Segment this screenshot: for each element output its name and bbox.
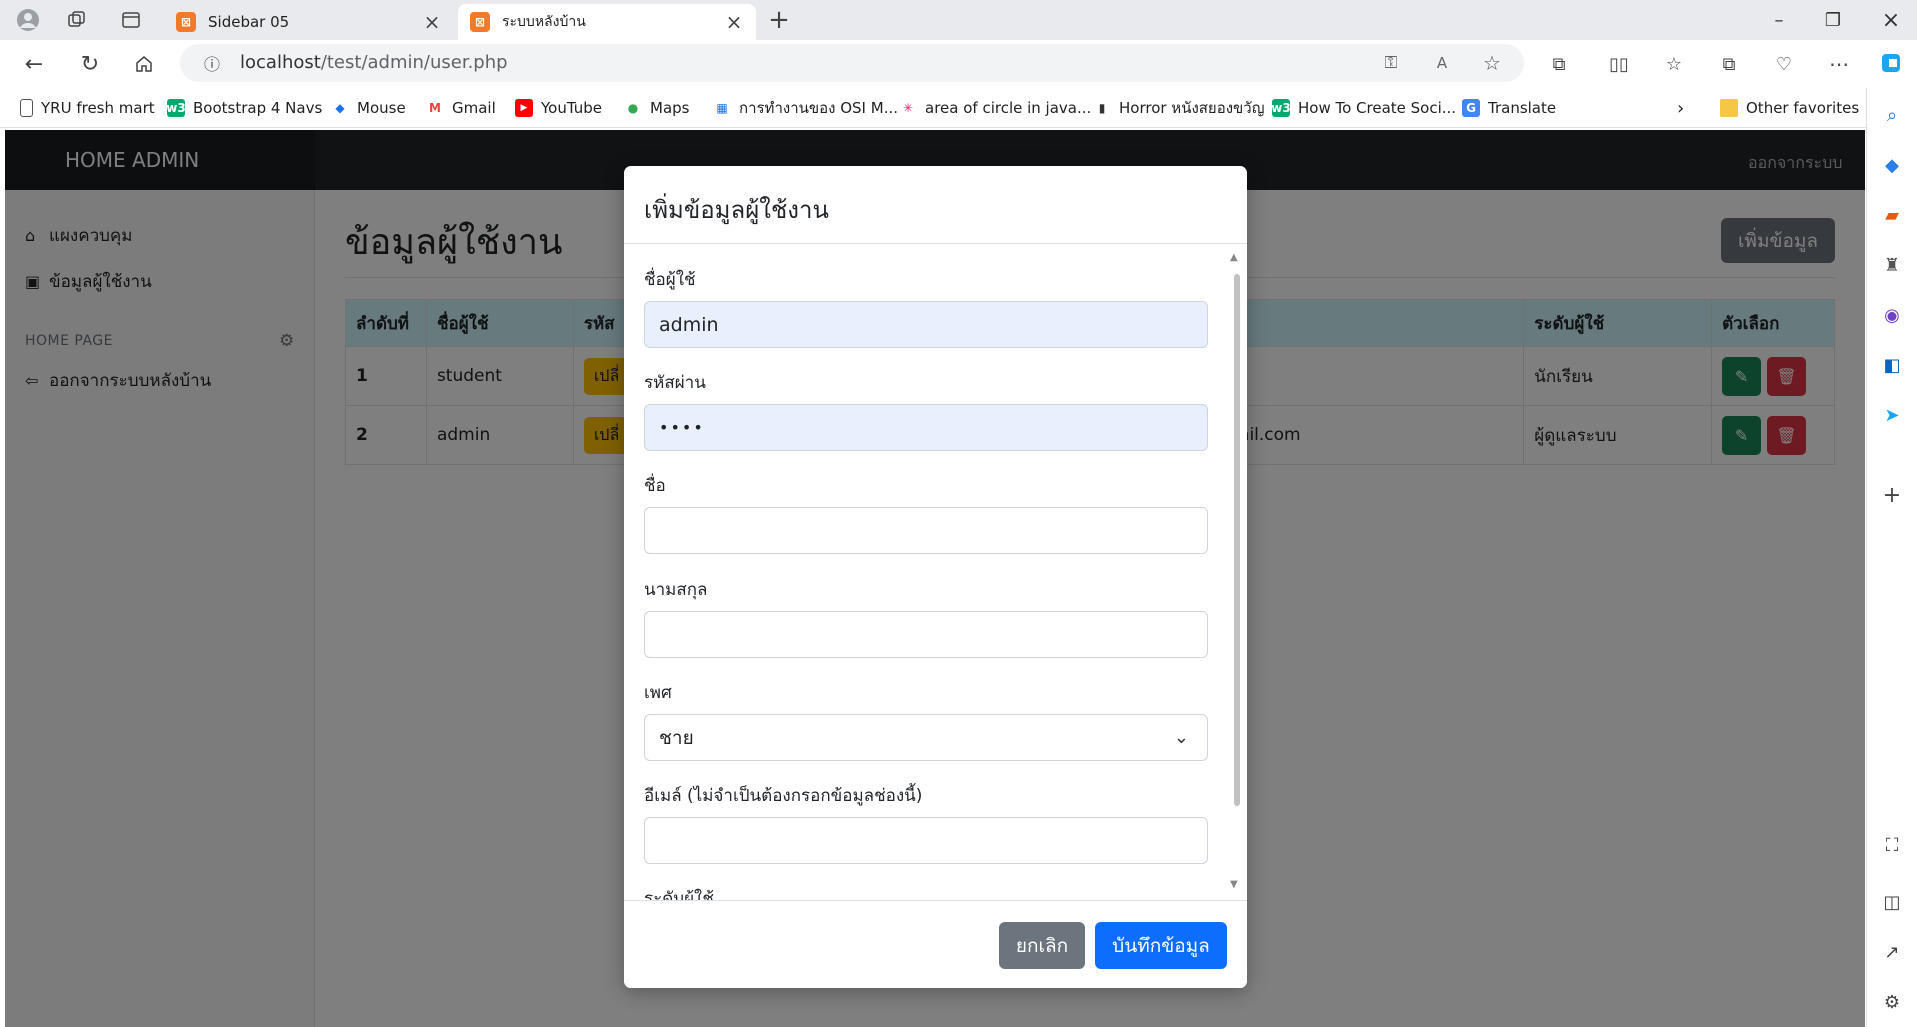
w3-icon: w3: [166, 99, 186, 117]
window-close-icon[interactable]: ×: [1876, 6, 1906, 34]
bookmark-bootstrap-navs[interactable]: w3 Bootstrap 4 Navs: [166, 96, 322, 120]
edge-sidebar: [1866, 88, 1917, 1027]
w3-icon: w3: [1271, 99, 1291, 117]
sidebar-toggle-icon[interactable]: ◫: [1880, 890, 1904, 914]
settings-gear-icon[interactable]: ⚙: [1880, 990, 1904, 1014]
bookmark-osi-model[interactable]: ▦ การทำงานของ OSI M...: [713, 96, 898, 120]
minimize-icon[interactable]: –: [1764, 6, 1794, 34]
gmail-icon: M: [429, 101, 441, 115]
modal-footer: ยกเลิก บันทึกข้อมูล: [624, 900, 1247, 988]
maps-icon: ●: [627, 101, 639, 115]
favorites-icon[interactable]: ☆: [1660, 50, 1688, 78]
email-label: อีเมล์ (ไม่จำเป็นต้องกรอกข้อมูลช่องนี้): [644, 786, 923, 806]
reload-icon[interactable]: ↻: [76, 50, 104, 78]
xampp-icon: ⊠: [470, 12, 490, 32]
username-label: ชื่อผู้ใช้: [644, 270, 696, 290]
add-app-icon[interactable]: +: [1880, 483, 1904, 508]
password-label: รหัสผ่าน: [644, 373, 706, 393]
collections-icon[interactable]: ⧉: [1715, 50, 1743, 78]
browser-essentials-icon[interactable]: ♡: [1770, 50, 1798, 78]
mouse-icon: ◆: [335, 101, 345, 115]
scroll-up-icon[interactable]: ▲: [1230, 252, 1238, 263]
tools-icon[interactable]: ▰: [1880, 203, 1904, 227]
bookmark-gmail[interactable]: M Gmail: [426, 96, 496, 120]
copilot-icon[interactable]: [1879, 49, 1907, 77]
send-icon[interactable]: ➤: [1880, 403, 1904, 427]
office-icon[interactable]: ◉: [1880, 303, 1904, 327]
tab-close-icon[interactable]: ×: [724, 10, 744, 34]
restore-icon[interactable]: ❐: [1818, 6, 1848, 34]
favorite-star-icon[interactable]: ☆: [1478, 49, 1506, 77]
add-user-modal: เพิ่มข้อมูลผู้ใช้งาน ชื่อผู้ใช้ admin รห…: [624, 166, 1247, 988]
page-icon: [20, 99, 33, 117]
tab-close-icon[interactable]: ×: [422, 10, 442, 34]
firstname-label: ชื่อ: [644, 476, 666, 496]
chevron-down-icon: ⌄: [1173, 727, 1189, 748]
bookmark-horror[interactable]: ▮ Horror หนังสยองขวัญ: [1093, 96, 1265, 120]
cancel-button[interactable]: ยกเลิก: [999, 922, 1085, 969]
outlook-icon[interactable]: ◧: [1880, 353, 1904, 377]
save-button[interactable]: บันทึกข้อมูล: [1095, 922, 1227, 969]
bookmark-youtube[interactable]: ▶ YouTube: [515, 96, 602, 120]
back-icon[interactable]: ←: [20, 50, 48, 78]
youtube-icon: ▶: [515, 99, 533, 117]
modal-scrollbar-thumb[interactable]: [1234, 274, 1240, 806]
gender-select[interactable]: ชาย ⌄: [644, 714, 1208, 761]
tab-sidebar-05[interactable]: ⊠ Sidebar 05 ×: [164, 4, 454, 40]
password-input[interactable]: ••••: [644, 404, 1208, 451]
split-screen-icon[interactable]: ▯▯: [1605, 50, 1633, 78]
xampp-icon: ⊠: [176, 12, 196, 32]
profile-icon[interactable]: [14, 6, 42, 34]
folder-icon: [1720, 99, 1738, 117]
read-aloud-icon[interactable]: A: [1428, 49, 1456, 77]
more-menu-icon[interactable]: ⋯: [1825, 50, 1853, 78]
password-key-icon[interactable]: ⚿: [1377, 49, 1405, 77]
url-text[interactable]: localhost/test/admin/user.php: [240, 52, 508, 73]
bookmark-mouse[interactable]: ◆ Mouse: [331, 96, 405, 120]
bookmark-area-of-circle[interactable]: ✳ area of circle in java...: [899, 96, 1091, 120]
gender-label: เพศ: [644, 683, 672, 703]
screenshot-icon[interactable]: ⛶: [1880, 833, 1904, 857]
bookmark-yru-fresh-mart[interactable]: YRU fresh mart: [20, 96, 155, 120]
lastname-input[interactable]: [644, 611, 1208, 658]
username-input[interactable]: admin: [644, 301, 1208, 348]
tab-backend-system[interactable]: ⊠ ระบบหลังบ้าน ×: [458, 4, 756, 40]
home-icon[interactable]: [130, 50, 158, 78]
games-icon[interactable]: ♜: [1880, 253, 1904, 277]
modal-header: เพิ่มข้อมูลผู้ใช้งาน: [624, 166, 1247, 244]
lastname-label: นามสกุล: [644, 580, 708, 600]
new-tab-icon[interactable]: +: [765, 5, 793, 35]
shopping-tag-icon[interactable]: ◆: [1880, 153, 1904, 177]
scroll-down-icon[interactable]: ▼: [1230, 879, 1238, 890]
bookmark-maps[interactable]: ● Maps: [624, 96, 690, 120]
other-favorites[interactable]: Other favorites: [1720, 96, 1859, 120]
extensions-icon[interactable]: ⧉: [1545, 50, 1573, 78]
circle-icon: ✳: [902, 101, 914, 115]
bookmarks-overflow-icon[interactable]: ›: [1677, 96, 1684, 120]
gender-selected-value: ชาย: [659, 726, 694, 749]
translate-icon: G: [1462, 99, 1480, 117]
site-info-icon[interactable]: ⓘ: [198, 49, 226, 77]
email-input[interactable]: [644, 817, 1208, 864]
open-external-icon[interactable]: ↗: [1880, 940, 1904, 964]
workspaces-icon[interactable]: [63, 6, 91, 34]
film-icon: ▮: [1098, 101, 1106, 115]
tab-actions-icon[interactable]: [117, 6, 145, 34]
search-icon[interactable]: ⌕: [1880, 103, 1904, 127]
firstname-input[interactable]: [644, 507, 1208, 554]
bookmark-how-to-create[interactable]: w3 How To Create Soci...: [1271, 96, 1456, 120]
modal-title: เพิ่มข้อมูลผู้ใช้งาน: [644, 196, 829, 224]
bookmark-translate[interactable]: G Translate: [1462, 96, 1556, 120]
osi-icon: ▦: [716, 101, 728, 115]
